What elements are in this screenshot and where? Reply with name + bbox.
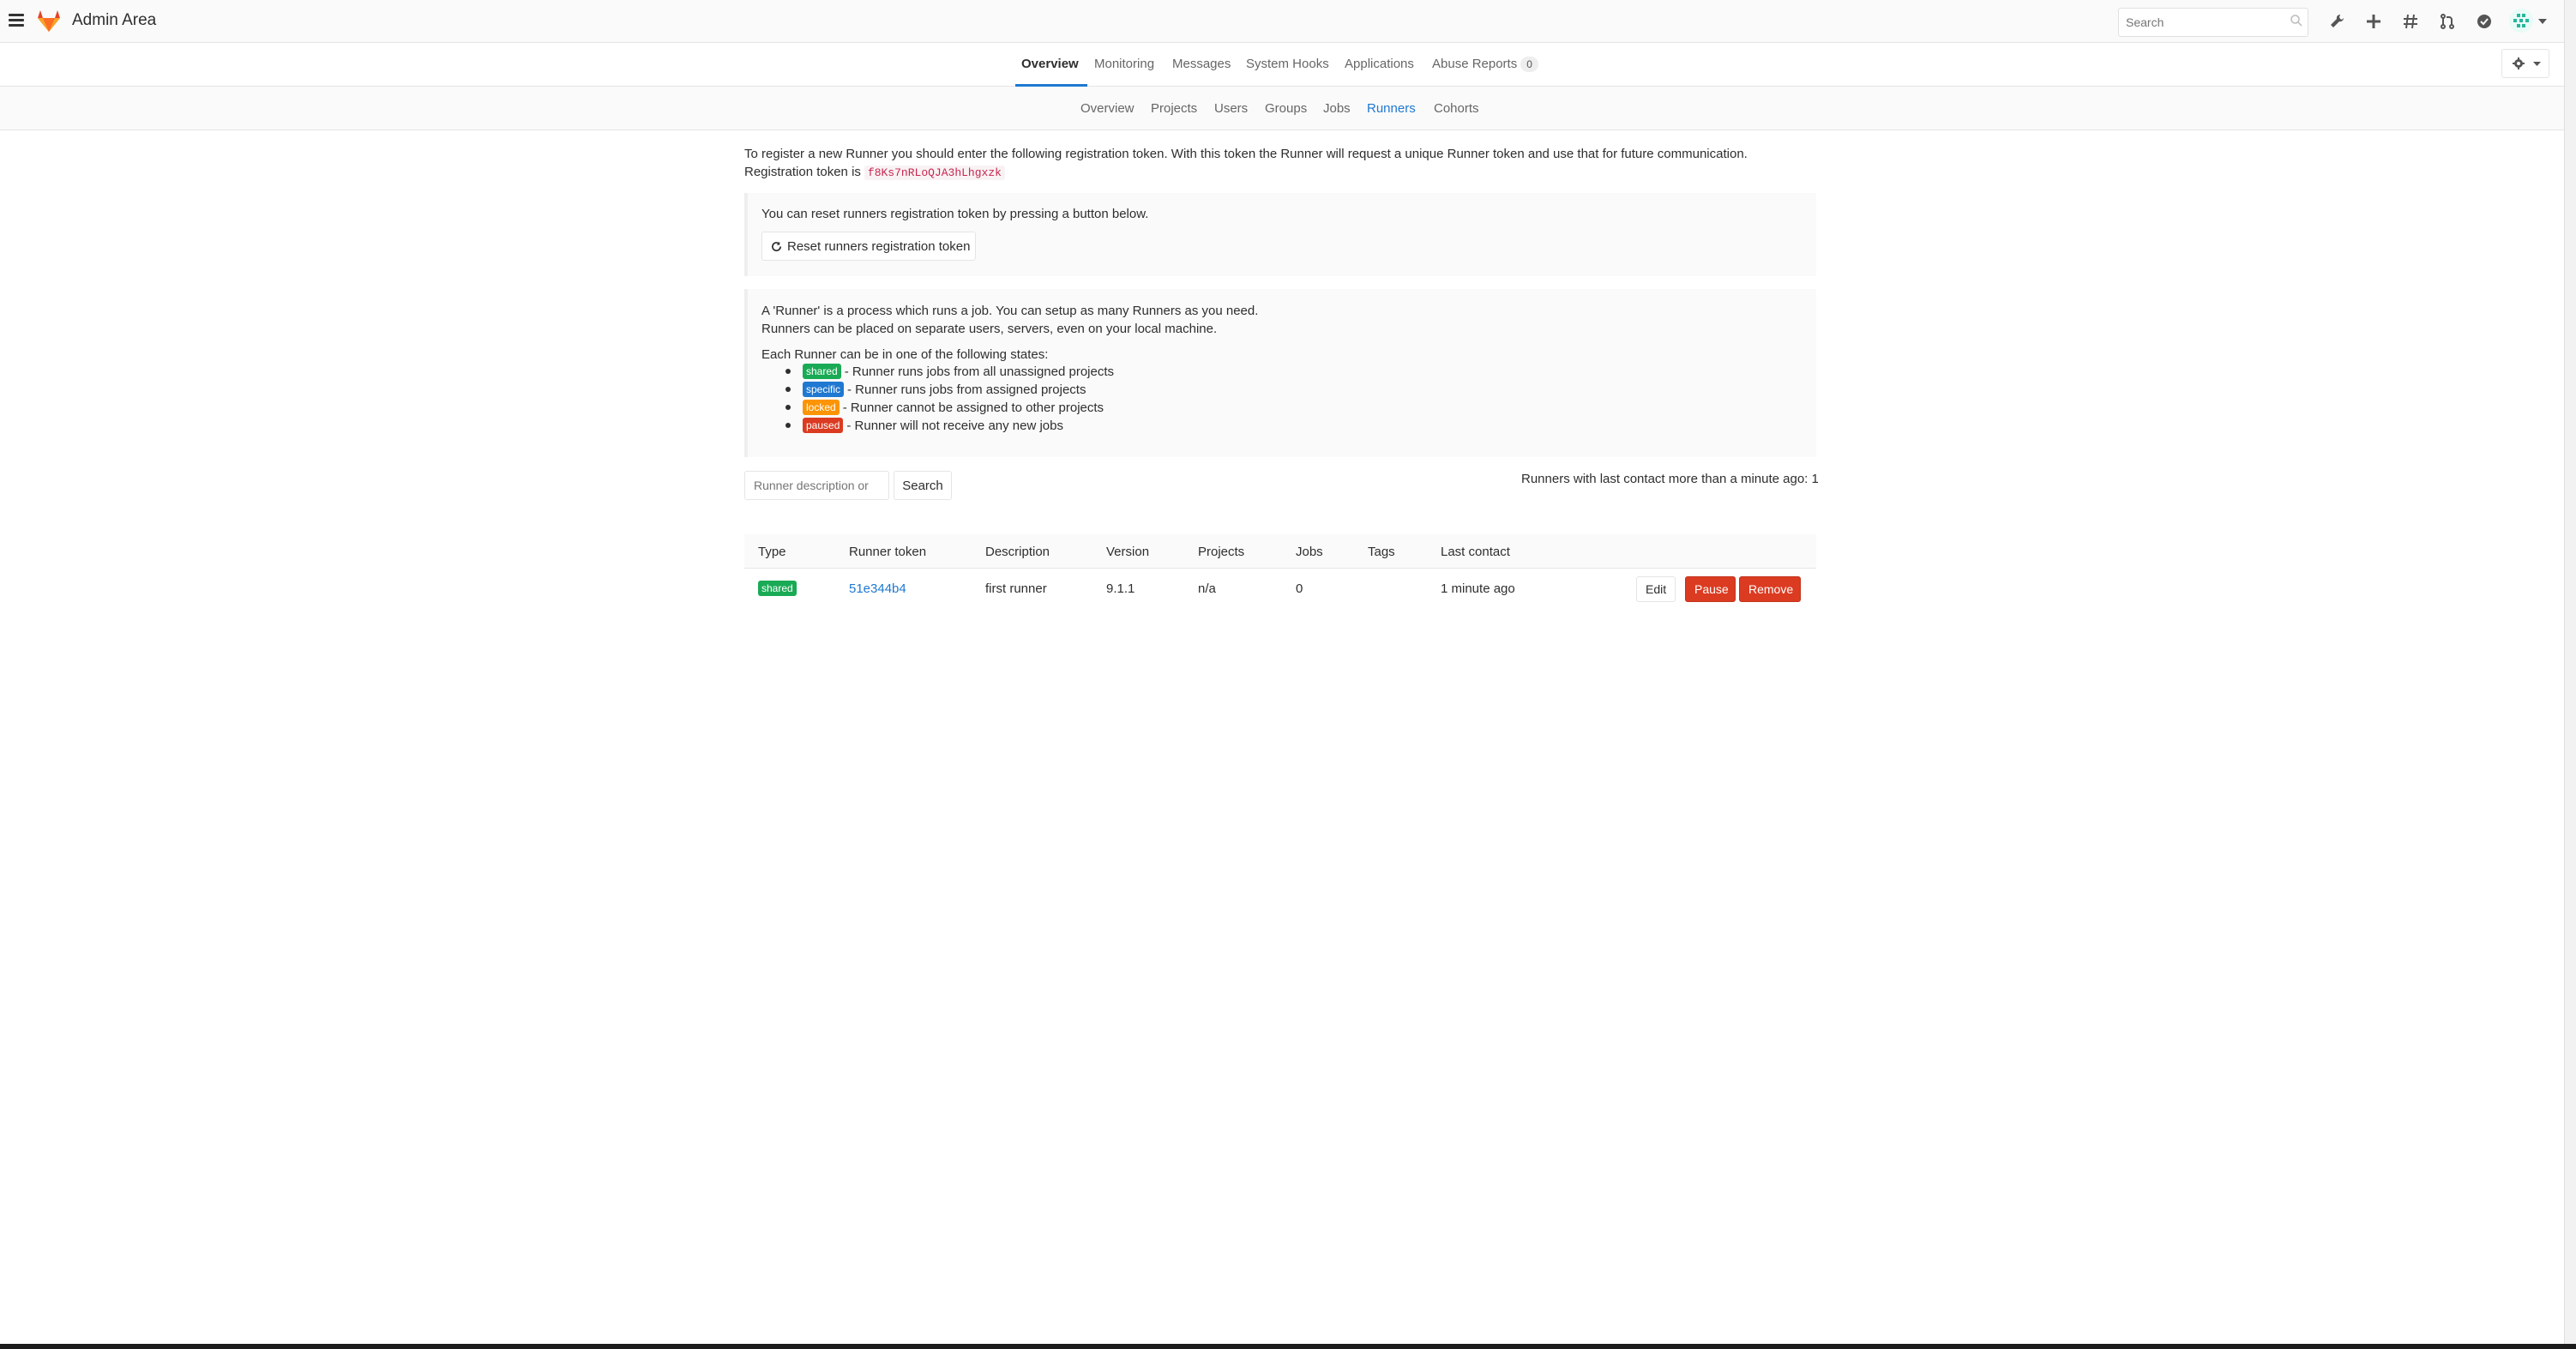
app-title: Admin Area bbox=[72, 11, 157, 29]
admin-top-nav: Overview Monitoring Messages System Hook… bbox=[0, 43, 2564, 87]
remove-runner-button[interactable]: Remove bbox=[1739, 576, 1801, 602]
registration-intro: To register a new Runner you should ente… bbox=[744, 145, 1748, 182]
subnav-overview[interactable]: Overview bbox=[1080, 101, 1135, 116]
gitlab-logo-icon[interactable] bbox=[36, 9, 62, 33]
col-type: Type bbox=[758, 545, 786, 559]
tab-abuse-reports[interactable]: Abuse Reports 0 bbox=[1432, 57, 1538, 72]
issues-hash-icon[interactable] bbox=[2401, 12, 2420, 31]
state-desc: - Runner runs jobs from all unassigned p… bbox=[844, 364, 1115, 379]
tab-applications[interactable]: Applications bbox=[1345, 57, 1414, 71]
col-last-contact: Last contact bbox=[1441, 545, 1510, 559]
subnav-users[interactable]: Users bbox=[1214, 101, 1248, 116]
runner-last-contact: 1 minute ago bbox=[1441, 581, 1515, 596]
state-desc: - Runner runs jobs from assigned project… bbox=[847, 382, 1086, 397]
runner-type-badge: shared bbox=[758, 581, 797, 596]
reset-token-button-label: Reset runners registration token bbox=[787, 238, 971, 254]
tab-messages[interactable]: Messages bbox=[1172, 57, 1231, 71]
col-tags: Tags bbox=[1368, 545, 1395, 559]
admin-sub-nav: Overview Projects Users Groups Jobs Runn… bbox=[0, 87, 2564, 130]
col-jobs: Jobs bbox=[1296, 545, 1323, 559]
reset-token-well: You can reset runners registration token… bbox=[744, 193, 1816, 276]
runner-description: first runner bbox=[985, 581, 1047, 596]
subnav-projects[interactable]: Projects bbox=[1151, 101, 1197, 116]
registration-token: f8Ks7nRLoQJA3hLhgxzk bbox=[864, 166, 1005, 180]
global-search-input[interactable] bbox=[2118, 8, 2308, 37]
runner-info-well: A 'Runner' is a process which runs a job… bbox=[744, 289, 1816, 457]
page-scrollbar[interactable] bbox=[2564, 0, 2576, 1344]
bottom-strip bbox=[0, 1344, 2576, 1349]
sidebar-toggle-icon[interactable] bbox=[9, 14, 24, 27]
runner-version: 9.1.1 bbox=[1106, 581, 1135, 596]
registration-token-prefix: Registration token is bbox=[744, 165, 861, 179]
chevron-down-icon bbox=[2533, 62, 2541, 66]
state-specific: specific - Runner runs jobs from assigned… bbox=[785, 382, 1086, 397]
runner-projects: n/a bbox=[1198, 581, 1216, 596]
col-version: Version bbox=[1106, 545, 1150, 559]
state-locked: locked - Runner cannot be assigned to oth… bbox=[785, 400, 1104, 415]
label-specific: specific bbox=[803, 382, 845, 397]
user-avatar[interactable] bbox=[2509, 9, 2533, 33]
registration-token-line: Registration token is f8Ks7nRLoQJA3hLhgxz… bbox=[744, 163, 1748, 182]
label-shared: shared bbox=[803, 364, 841, 379]
tab-abuse-reports-label: Abuse Reports bbox=[1432, 57, 1518, 71]
tab-monitoring[interactable]: Monitoring bbox=[1094, 57, 1154, 71]
merge-request-icon[interactable] bbox=[2438, 12, 2457, 31]
col-description: Description bbox=[985, 545, 1050, 559]
subnav-runners[interactable]: Runners bbox=[1367, 101, 1416, 116]
intro-text: To register a new Runner you should ente… bbox=[744, 147, 1748, 161]
table-row: shared 51e344b4 first runner 9.1.1 n/a 0… bbox=[744, 569, 1816, 610]
refresh-icon bbox=[772, 241, 781, 251]
admin-wrench-icon[interactable] bbox=[2327, 12, 2346, 31]
edit-runner-button[interactable]: Edit bbox=[1636, 576, 1676, 602]
tab-overview[interactable]: Overview bbox=[1021, 57, 1079, 71]
state-desc: - Runner cannot be assigned to other pro… bbox=[842, 400, 1104, 415]
pause-runner-button[interactable]: Pause bbox=[1685, 576, 1736, 602]
label-locked: locked bbox=[803, 400, 840, 415]
last-contact-note: Runners with last contact more than a mi… bbox=[1521, 472, 1819, 486]
subnav-groups[interactable]: Groups bbox=[1265, 101, 1307, 116]
runner-info-p1: A 'Runner' is a process which runs a job… bbox=[761, 304, 1259, 318]
top-header: Admin Area bbox=[0, 0, 2564, 43]
col-runner-token: Runner token bbox=[849, 545, 927, 559]
avatar-chevron-down-icon[interactable] bbox=[2538, 19, 2547, 24]
subnav-jobs[interactable]: Jobs bbox=[1323, 101, 1351, 116]
plus-icon[interactable] bbox=[2364, 12, 2383, 31]
runners-table-header: Type Runner token Description Version Pr… bbox=[744, 534, 1816, 569]
todo-check-icon[interactable] bbox=[2475, 12, 2494, 31]
subnav-cohorts[interactable]: Cohorts bbox=[1434, 101, 1479, 116]
reset-token-text: You can reset runners registration token… bbox=[761, 207, 1149, 221]
runner-search-input[interactable] bbox=[744, 471, 889, 500]
runner-info-p2: Runners can be placed on separate users,… bbox=[761, 322, 1218, 336]
runner-token-link[interactable]: 51e344b4 bbox=[849, 581, 906, 596]
col-projects: Projects bbox=[1198, 545, 1245, 559]
search-icon bbox=[2290, 15, 2302, 27]
gear-icon bbox=[2513, 57, 2525, 69]
runner-info-p3: Each Runner can be in one of the followi… bbox=[761, 347, 1049, 362]
reset-token-button[interactable]: Reset runners registration token bbox=[761, 232, 976, 261]
state-desc: - Runner will not receive any new jobs bbox=[846, 418, 1063, 433]
runner-jobs: 0 bbox=[1296, 581, 1303, 596]
label-paused: paused bbox=[803, 418, 844, 433]
state-shared: shared - Runner runs jobs from all unassi… bbox=[785, 364, 1114, 379]
tab-system-hooks[interactable]: System Hooks bbox=[1246, 57, 1329, 71]
abuse-reports-count-badge: 0 bbox=[1520, 57, 1538, 72]
settings-dropdown-button[interactable] bbox=[2501, 49, 2549, 78]
runner-search-button[interactable]: Search bbox=[894, 471, 952, 500]
state-paused: paused - Runner will not receive any new … bbox=[785, 418, 1063, 433]
